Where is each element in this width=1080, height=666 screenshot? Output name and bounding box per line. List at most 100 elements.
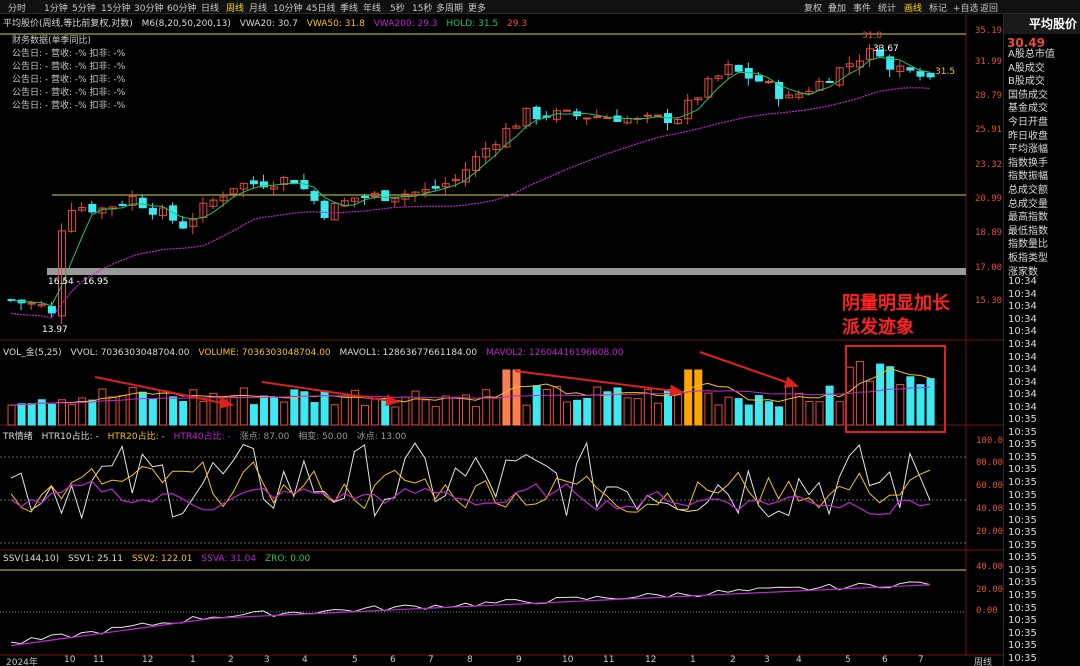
volume-bar [724, 396, 733, 426]
fin-row: 公告日: - 营收: -% 扣非: -% [12, 75, 126, 85]
tick-time: 10:35 [1008, 552, 1037, 564]
tr-ice-value: 冰点: 13.00 [356, 432, 407, 442]
x-tick: 1 [690, 655, 696, 665]
candle-body [249, 180, 258, 185]
main-title: 平均股价(周线,等比前复权,对数) [3, 19, 133, 29]
ssv1-value: SSV1: 25.11 [67, 554, 123, 564]
fin-row: 公告日: - 营收: -% 扣非: -% [12, 62, 126, 72]
ssv-title[interactable]: SSV(144,10) [3, 554, 59, 564]
volume-bar [58, 399, 66, 426]
volume-bar [290, 389, 299, 426]
candle-body [361, 195, 369, 198]
tick-time: 10:35 [1008, 527, 1037, 539]
x-tick: 4 [796, 655, 802, 665]
volume-bar [775, 406, 784, 426]
x-tick: 10 [64, 655, 76, 665]
x-tick: 3 [764, 655, 770, 665]
volume-bar [451, 396, 460, 426]
price-tick: 25.91 [975, 125, 1003, 135]
volume-bar [381, 400, 390, 426]
mavol1-value: MAVOL1: 12863677661184.00 [339, 348, 478, 358]
volume-bar [138, 391, 147, 426]
volume-bar [492, 397, 501, 426]
tr-title[interactable]: TR情绪 [3, 432, 33, 442]
tr-white-line [10, 441, 931, 520]
candle-body [118, 203, 127, 206]
indicator-name[interactable]: M6(8,20,50,200,13) [142, 19, 231, 29]
low-label: 13.97 [42, 325, 68, 335]
candle-body [138, 197, 147, 209]
volume-bar [552, 386, 561, 426]
x-tick: 9 [516, 655, 522, 665]
extra-value: 29.3 [507, 19, 528, 29]
tick-time: 10:35 [1008, 577, 1037, 589]
volume-bar [411, 390, 420, 426]
vwa200-value: VWA200: 29.3 [373, 19, 438, 29]
tick-time: 10:35 [1008, 477, 1037, 488]
volume-bar [169, 396, 178, 426]
volume-bar [340, 396, 349, 426]
candle-body [310, 191, 319, 201]
volume-bar [785, 384, 794, 426]
price-tick: 20.99 [975, 194, 1003, 204]
x-tick: 4 [302, 655, 308, 665]
volume-bar [765, 401, 773, 426]
candle-body [653, 114, 662, 117]
volume-bar [441, 395, 450, 426]
tick-time: 10:34 [1008, 288, 1037, 300]
volume-bar [684, 369, 693, 426]
x-period: 周线 [974, 658, 993, 666]
volume-bar [68, 404, 77, 426]
tick-time: 10:35 [1008, 514, 1037, 526]
tick-time: 10:34 [1008, 301, 1037, 313]
ssva-value: SSVA: 31.04 [201, 554, 257, 564]
tr-yellow-line [10, 461, 931, 513]
volume-bar [542, 388, 551, 426]
tick-time: 10:34 [1008, 376, 1037, 388]
candle-body [734, 64, 743, 72]
volume-bar [371, 397, 380, 426]
price-tick: 35.19 [975, 26, 1003, 36]
trend-arrow [261, 381, 400, 407]
fin-row: 公告日: - 营收: -% 扣非: -% [12, 49, 126, 59]
fin-row: 公告日: - 营收: -% 扣非: -% [12, 88, 126, 98]
candle-body [825, 81, 834, 84]
volume-bar [623, 397, 632, 426]
x-tick: 2 [730, 655, 736, 665]
x-tick: 7 [918, 655, 924, 665]
ssv-magenta-line [10, 584, 931, 647]
volume-bar [431, 405, 440, 426]
vwa20-value: VWA20: 30.7 [239, 19, 298, 29]
x-tick: 10 [562, 655, 574, 665]
annotation-box [845, 345, 946, 433]
candle-body [583, 117, 592, 120]
volume-bar [199, 400, 208, 426]
volume-bar [239, 387, 248, 426]
zro-value: ZRO: 0.00 [264, 554, 311, 564]
volume-bar [300, 391, 309, 426]
tick-time: 10:35 [1008, 464, 1037, 476]
tick-time: 10:35 [1008, 439, 1037, 451]
volume-bar [714, 404, 723, 426]
volume-bar [522, 404, 531, 426]
x-tick: 5 [845, 655, 851, 665]
price-tick: 31.99 [975, 57, 1003, 67]
candle-body [754, 75, 763, 82]
x-tick: 6 [390, 655, 396, 665]
volume-bar [27, 403, 36, 426]
volume-bar [603, 391, 612, 426]
tick-time: 10:34 [1008, 276, 1037, 288]
trend-arrow [699, 351, 799, 388]
x-tick: 2024年 [6, 658, 38, 666]
price-tick: 28.79 [975, 91, 1003, 101]
candle-body [563, 109, 571, 112]
range-band [47, 268, 966, 275]
tr-tick: 60.00 [976, 481, 1004, 491]
volume-title[interactable]: VOL_金(5,25) [3, 348, 62, 358]
volume-bar [583, 398, 592, 426]
volume-bar [825, 385, 834, 426]
vwa50-value: VWA50: 31.8 [306, 19, 365, 29]
volume-bar [47, 404, 56, 426]
volume-bar [653, 402, 662, 426]
volume-bar [664, 388, 672, 426]
